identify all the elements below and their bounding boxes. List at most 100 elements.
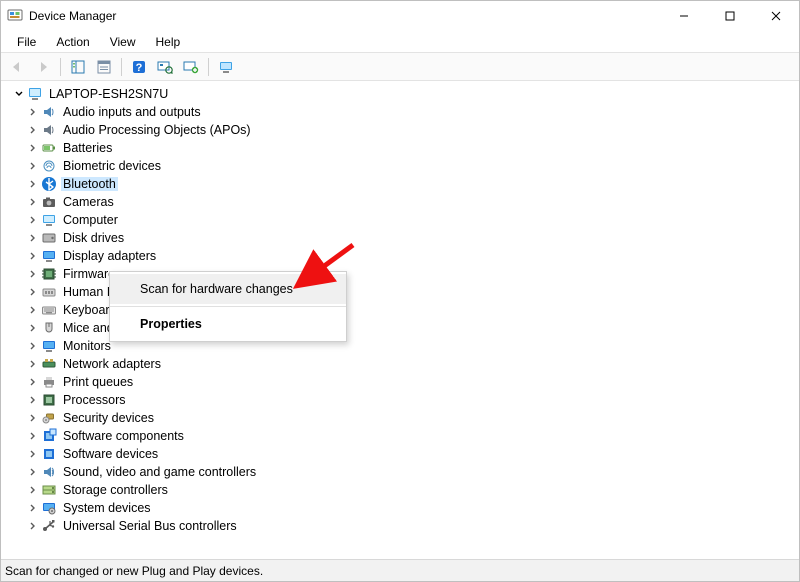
tree-item-label: Sound, video and game controllers (61, 465, 258, 479)
tree-item-label: Storage controllers (61, 483, 170, 497)
camera-icon (41, 194, 57, 210)
expand-icon[interactable] (27, 502, 39, 514)
expand-icon[interactable] (27, 250, 39, 262)
tree-item-label: Network adapters (61, 357, 163, 371)
context-separator (110, 306, 346, 307)
expand-icon[interactable] (27, 430, 39, 442)
printer-icon (41, 374, 57, 390)
help-button[interactable]: ? (127, 56, 151, 78)
context-properties[interactable]: Properties (110, 309, 346, 339)
tree-item[interactable]: Audio inputs and outputs (1, 103, 799, 121)
menu-file[interactable]: File (7, 33, 46, 51)
tree-item[interactable]: Software devices (1, 445, 799, 463)
expand-icon[interactable] (27, 214, 39, 226)
fingerprint-icon (41, 158, 57, 174)
svg-text:?: ? (136, 62, 143, 74)
expand-icon[interactable] (27, 196, 39, 208)
menu-help[interactable]: Help (146, 33, 191, 51)
expand-icon[interactable] (27, 142, 39, 154)
expand-icon[interactable] (27, 394, 39, 406)
tree-item-label: Universal Serial Bus controllers (61, 519, 239, 533)
tree-item[interactable]: Sound, video and game controllers (1, 463, 799, 481)
chip-icon (41, 392, 57, 408)
storage-icon (41, 482, 57, 498)
expand-icon[interactable] (27, 376, 39, 388)
tree-root[interactable]: LAPTOP-ESH2SN7U (1, 85, 799, 103)
context-scan-hardware[interactable]: Scan for hardware changes (110, 274, 346, 304)
component-icon (41, 446, 57, 462)
expand-icon[interactable] (27, 178, 39, 190)
mouse-icon (41, 320, 57, 336)
computer-icon (27, 86, 43, 102)
back-button[interactable] (5, 56, 29, 78)
security-icon (41, 410, 57, 426)
menu-action[interactable]: Action (46, 33, 99, 51)
expand-icon[interactable] (27, 124, 39, 136)
keyboard-icon (41, 302, 57, 318)
tree-item[interactable]: System devices (1, 499, 799, 517)
remote-computer-button[interactable] (214, 56, 238, 78)
expand-icon[interactable] (27, 160, 39, 172)
expand-icon[interactable] (27, 358, 39, 370)
collapse-icon[interactable] (13, 88, 25, 100)
tree-item[interactable]: Storage controllers (1, 481, 799, 499)
toolbar: ? (1, 53, 799, 81)
menubar: File Action View Help (1, 31, 799, 53)
usb-icon (41, 518, 57, 534)
tree-item[interactable]: Processors (1, 391, 799, 409)
tree-item[interactable]: Display adapters (1, 247, 799, 265)
expand-icon[interactable] (27, 106, 39, 118)
tree-item[interactable]: Disk drives (1, 229, 799, 247)
tree-item[interactable]: Biometric devices (1, 157, 799, 175)
tree-item[interactable]: Software components (1, 427, 799, 445)
device-manager-window: Device Manager File Action View Help (0, 0, 800, 582)
tree-item[interactable]: Network adapters (1, 355, 799, 373)
battery-icon (41, 140, 57, 156)
expand-icon[interactable] (27, 448, 39, 460)
menu-view[interactable]: View (100, 33, 146, 51)
expand-icon[interactable] (27, 286, 39, 298)
titlebar: Device Manager (1, 1, 799, 31)
expand-icon[interactable] (27, 412, 39, 424)
window-title: Device Manager (29, 9, 116, 23)
forward-button[interactable] (31, 56, 55, 78)
tree-item[interactable]: Batteries (1, 139, 799, 157)
expand-icon[interactable] (27, 232, 39, 244)
device-tree[interactable]: LAPTOP-ESH2SN7U Audio inputs and outputs… (1, 81, 799, 559)
monitor-icon (41, 212, 57, 228)
monitor-icon (41, 338, 57, 354)
tree-item[interactable]: Cameras (1, 193, 799, 211)
add-hardware-button[interactable] (179, 56, 203, 78)
expand-icon[interactable] (27, 484, 39, 496)
expand-icon[interactable] (27, 322, 39, 334)
scan-hardware-button[interactable] (153, 56, 177, 78)
bluetooth-icon (41, 176, 57, 192)
close-button[interactable] (753, 1, 799, 31)
expand-icon[interactable] (27, 520, 39, 532)
maximize-button[interactable] (707, 1, 753, 31)
tree-item[interactable]: Universal Serial Bus controllers (1, 517, 799, 535)
tree-item[interactable]: Print queues (1, 373, 799, 391)
expand-icon[interactable] (27, 340, 39, 352)
tree-item-label: Disk drives (61, 231, 126, 245)
tree-item[interactable]: Audio Processing Objects (APOs) (1, 121, 799, 139)
statusbar: Scan for changed or new Plug and Play de… (1, 559, 799, 581)
show-hide-console-button[interactable] (66, 56, 90, 78)
monitor-icon (41, 248, 57, 264)
tree-item-label: Display adapters (61, 249, 158, 263)
properties-button[interactable] (92, 56, 116, 78)
tree-item[interactable]: Security devices (1, 409, 799, 427)
minimize-button[interactable] (661, 1, 707, 31)
disk-icon (41, 230, 57, 246)
status-text: Scan for changed or new Plug and Play de… (5, 564, 263, 578)
tree-item-label: Cameras (61, 195, 116, 209)
tree-item[interactable]: Bluetooth (1, 175, 799, 193)
root-label: LAPTOP-ESH2SN7U (47, 87, 170, 101)
system-icon (41, 500, 57, 516)
expand-icon[interactable] (27, 466, 39, 478)
expand-icon[interactable] (27, 268, 39, 280)
tree-item-label: Computer (61, 213, 120, 227)
tree-item[interactable]: Computer (1, 211, 799, 229)
expand-icon[interactable] (27, 304, 39, 316)
component-icon (41, 428, 57, 444)
